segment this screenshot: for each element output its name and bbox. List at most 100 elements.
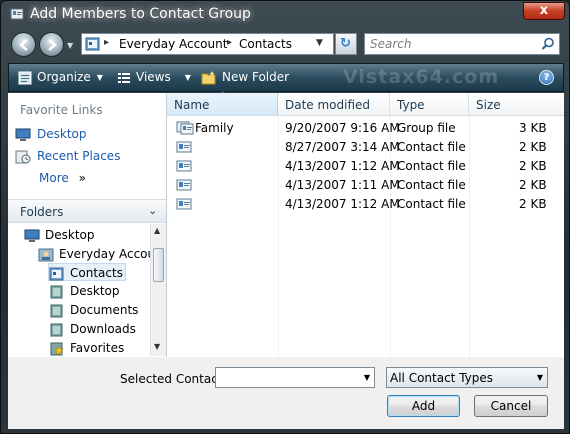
favorite-link-recent-places[interactable]: Recent Places [15, 149, 120, 164]
command-toolbar: Organize ▼ Views ▼ New Folder Vistax64.com… [8, 63, 564, 92]
scrollbar-thumb[interactable] [153, 248, 164, 282]
folder-tree-scrollbar[interactable]: ▲ ▼ [150, 224, 166, 356]
contact-type-filter[interactable]: All Contact Types ▼ [386, 367, 548, 388]
forward-button[interactable] [39, 32, 64, 57]
breadcrumb-separator[interactable]: ▸ [227, 37, 232, 48]
scroll-up-icon[interactable]: ▲ [154, 226, 160, 235]
views-label: Views [136, 70, 171, 84]
file-type: Contact file [397, 140, 466, 154]
tree-item-contacts[interactable]: Contacts [48, 263, 126, 281]
back-arrow-icon [19, 39, 28, 51]
tree-item-desktop-sub[interactable]: Desktop [49, 282, 120, 300]
organize-dropdown-icon: ▼ [96, 73, 103, 82]
more-chevron-icon: » [78, 171, 86, 185]
contact-icon [176, 179, 192, 191]
column-header-size[interactable]: Size [469, 93, 564, 116]
desktop-icon [15, 128, 31, 141]
new-folder-icon [201, 70, 216, 84]
file-row[interactable]: Family 9/20/2007 9:16 AM Group file 3 KB [167, 119, 564, 138]
add-button[interactable]: Add [387, 395, 460, 417]
file-type: Group file [397, 121, 456, 135]
chevron-down-icon[interactable]: ▼ [364, 373, 370, 382]
favorite-links-heading: Favorite Links [20, 103, 103, 117]
search-icon[interactable] [541, 37, 555, 51]
address-bar[interactable]: ▸ Everyday Account ▸ Contacts ▼ [81, 33, 334, 55]
organize-icon [18, 71, 32, 84]
file-row[interactable]: 4/13/2007 1:11 AM Contact file 2 KB [167, 176, 564, 195]
desktop-icon [24, 229, 40, 242]
refresh-icon: ↻ [340, 36, 351, 51]
collapse-chevron-icon: ⌄ [148, 204, 158, 217]
contact-icon [176, 160, 192, 172]
column-header-date-modified[interactable]: Date modified [278, 93, 390, 116]
refresh-button[interactable]: ↻ [335, 33, 357, 55]
tree-item-everyday-account[interactable]: Everyday Account [38, 245, 150, 263]
breadcrumb-contacts[interactable]: Contacts [239, 37, 292, 51]
views-button[interactable]: Views ▼ [117, 70, 191, 85]
file-row[interactable]: 4/13/2007 1:12 AM Contact file 2 KB [167, 195, 564, 214]
search-input[interactable]: Search [364, 33, 560, 55]
file-date: 4/13/2007 1:11 AM [285, 178, 400, 192]
file-date: 4/13/2007 1:12 AM [285, 197, 400, 211]
column-header-type[interactable]: Type [390, 93, 469, 116]
file-type: Contact file [397, 178, 466, 192]
column-header-name[interactable]: Name ⌃ [167, 91, 278, 116]
documents-folder-icon [50, 304, 63, 317]
contact-icon [176, 198, 192, 210]
user-folder-icon [38, 248, 54, 261]
address-dropdown-icon[interactable]: ▼ [316, 38, 323, 48]
file-list: Name ⌃ Date modified Type Size Family 9/… [167, 91, 564, 357]
search-placeholder: Search [370, 37, 412, 51]
breadcrumb-separator[interactable]: ▸ [104, 37, 109, 48]
close-button[interactable]: x [523, 2, 565, 20]
file-date: 9/20/2007 9:16 AM [285, 121, 400, 135]
folders-heading: Folders [20, 205, 64, 219]
back-button[interactable] [11, 32, 36, 57]
contacts-folder-icon [85, 37, 100, 51]
file-row[interactable]: 4/13/2007 1:12 AM Contact file 2 KB [167, 157, 564, 176]
forward-arrow-icon [48, 39, 57, 51]
group-icon [176, 121, 194, 135]
file-type: Contact file [397, 197, 466, 211]
file-row[interactable]: 8/27/2007 3:14 AM Contact file 2 KB [167, 138, 564, 157]
tree-item-downloads[interactable]: Downloads [49, 320, 136, 338]
scroll-down-icon[interactable]: ▼ [154, 342, 160, 351]
recent-pages-dropdown-icon[interactable]: ▼ [67, 41, 73, 50]
views-icon [118, 72, 130, 83]
cancel-button[interactable]: Cancel [474, 395, 548, 417]
sort-ascending-icon: ⌃ [219, 91, 227, 101]
new-folder-label: New Folder [222, 70, 290, 84]
file-size: 2 KB [519, 140, 547, 154]
selected-contacts-combobox[interactable]: ▼ [215, 367, 375, 388]
contacts-folder-icon [49, 267, 64, 280]
navigation-pane: Favorite Links Desktop Recent Places Mor… [8, 93, 167, 357]
file-size: 2 KB [519, 178, 547, 192]
views-dropdown-icon: ▼ [184, 73, 191, 82]
contacts-app-icon [10, 8, 24, 20]
file-date: 4/13/2007 1:12 AM [285, 159, 400, 173]
tree-item-favorites[interactable]: Favorites [49, 339, 124, 356]
close-icon: x [539, 3, 549, 18]
folder-tree: Desktop Everyday Account Contacts [8, 224, 150, 356]
watermark-text: Vistax64.com [343, 66, 500, 88]
breadcrumb-everyday-account[interactable]: Everyday Account [119, 37, 227, 51]
file-type: Contact file [397, 159, 466, 173]
favorites-star-icon [50, 342, 65, 355]
recent-places-icon [15, 150, 31, 163]
file-size: 3 KB [519, 121, 547, 135]
favorite-links-more[interactable]: More » [39, 171, 86, 185]
dialog-body: Favorite Links Desktop Recent Places Mor… [8, 91, 564, 429]
downloads-folder-icon [50, 323, 63, 336]
window-title: Add Members to Contact Group [30, 6, 251, 22]
organize-button[interactable]: Organize ▼ [18, 70, 103, 85]
file-size: 2 KB [519, 159, 547, 173]
tree-item-desktop[interactable]: Desktop [24, 226, 95, 244]
tree-item-documents[interactable]: Documents [49, 301, 138, 319]
file-name: Family [195, 121, 234, 135]
folders-header[interactable]: Folders ⌄ [8, 199, 166, 223]
help-icon[interactable]: ? [539, 70, 554, 85]
new-folder-button[interactable]: New Folder [201, 70, 289, 85]
favorite-link-desktop[interactable]: Desktop [15, 127, 87, 142]
chevron-down-icon[interactable]: ▼ [537, 373, 543, 382]
dialog-window: Add Members to Contact Group x ▼ ▸ Every… [0, 0, 570, 434]
